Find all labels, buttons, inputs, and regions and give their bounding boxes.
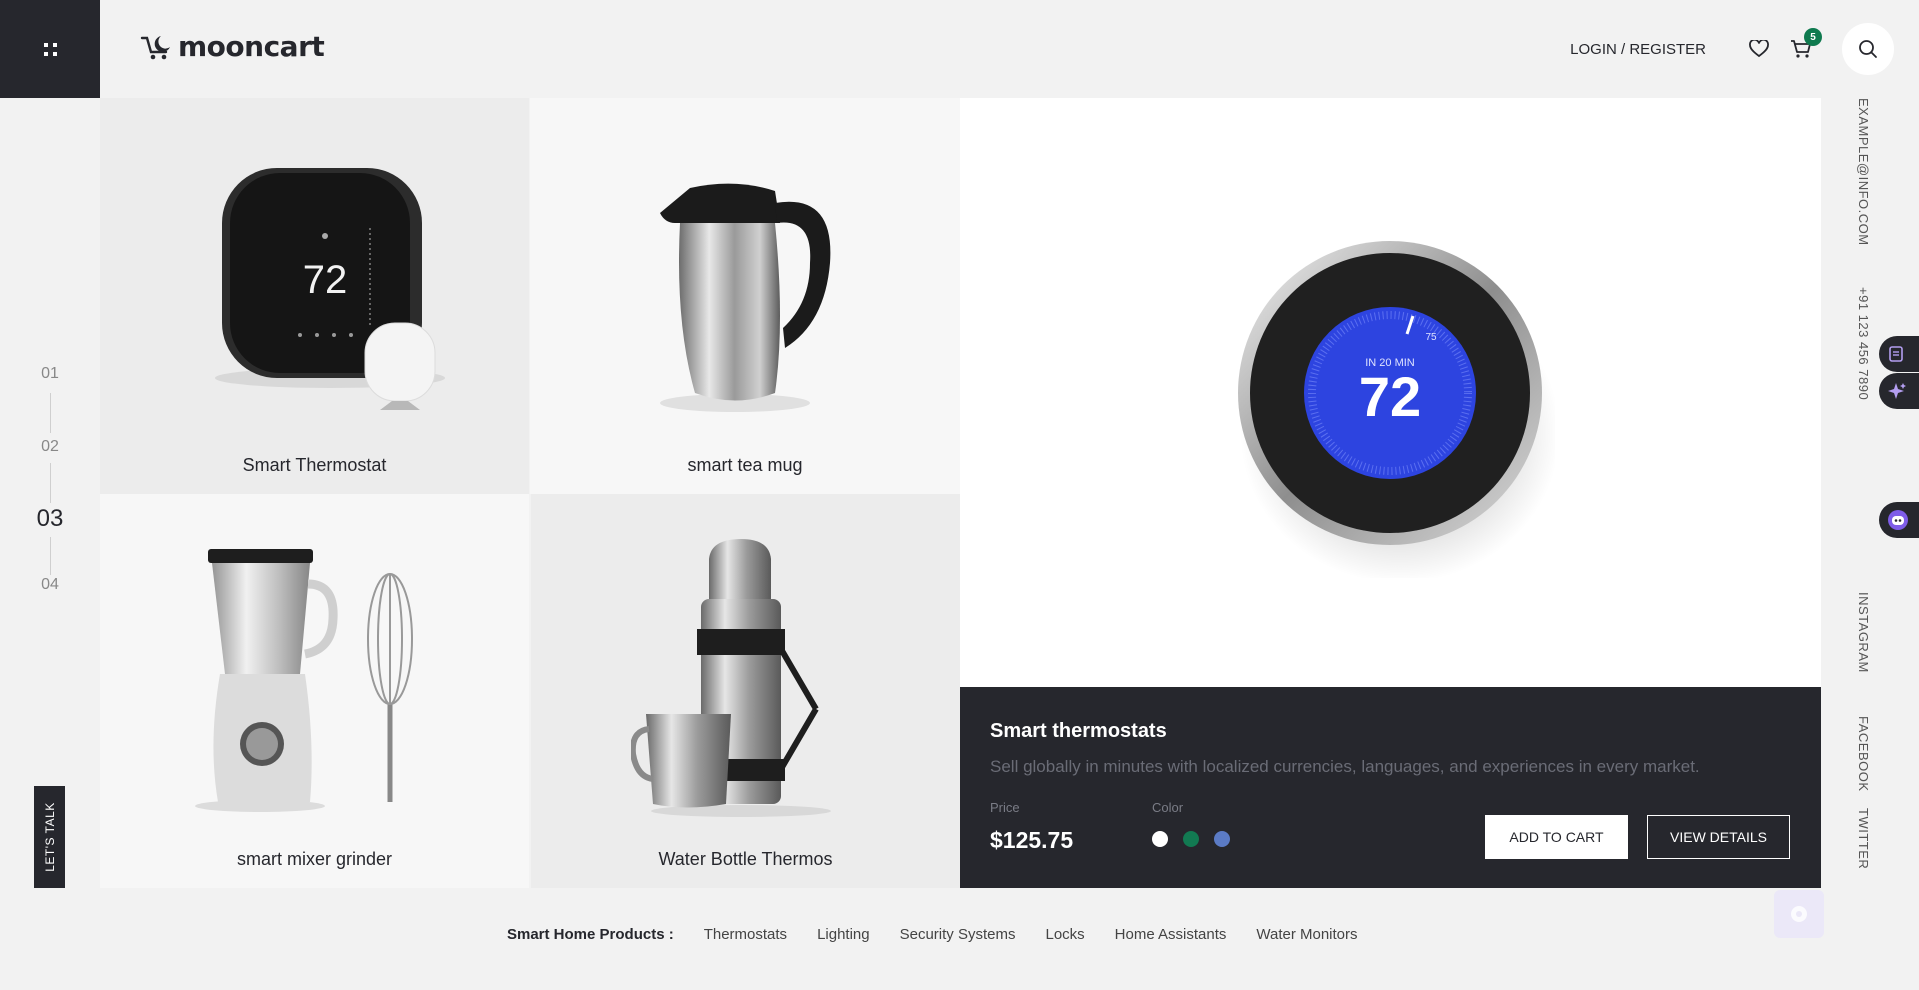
category-heading: Smart Home Products :	[507, 926, 674, 943]
category-link-water-monitors[interactable]: Water Monitors	[1256, 926, 1357, 943]
lets-talk-button[interactable]: LET'S TALK	[34, 786, 65, 888]
lets-talk-label: LET'S TALK	[42, 802, 57, 872]
thermos-bottle-image	[631, 539, 831, 817]
product-price: $125.75	[990, 827, 1074, 853]
cart-button[interactable]: 5	[1788, 28, 1822, 62]
category-link-lighting[interactable]: Lighting	[817, 926, 870, 943]
featured-product-image-panel: IN 20 MIN 72 75	[960, 98, 1821, 687]
product-tile-smart-thermostat[interactable]: 72 Smart Thermostat	[100, 98, 529, 494]
tea-kettle-image	[660, 183, 831, 412]
price-label: Price	[990, 800, 1020, 815]
pager-divider	[50, 537, 51, 575]
grid-menu-icon	[43, 42, 57, 56]
color-label: Color	[1152, 800, 1184, 815]
product-tile-water-bottle-thermos[interactable]: Water Bottle Thermos	[531, 494, 960, 888]
add-to-cart-button[interactable]: ADD TO CART	[1485, 815, 1628, 859]
heart-icon	[1749, 40, 1769, 58]
cart-count-badge: 5	[1804, 28, 1822, 46]
featured-product-info: Smart thermostats Sell globally in minut…	[960, 687, 1821, 888]
featured-product-title: Smart thermostats	[990, 720, 1167, 742]
search-button[interactable]	[1842, 23, 1894, 75]
view-details-button[interactable]: VIEW DETAILS	[1647, 815, 1790, 859]
contact-email[interactable]: EXAMPLE@INFO.COM	[1856, 98, 1871, 246]
logo[interactable]: mooncart	[140, 30, 325, 63]
header-actions: LOGIN / REGISTER 5	[1570, 0, 1919, 98]
social-link-twitter[interactable]: TWITTER	[1856, 808, 1871, 869]
category-bar: Smart Home Products : Thermostats Lighti…	[507, 926, 1388, 943]
search-icon	[1859, 40, 1877, 58]
social-link-facebook[interactable]: FACEBOOK	[1856, 716, 1871, 792]
floating-chatbot-tab[interactable]	[1879, 502, 1919, 538]
wishlist-button[interactable]	[1746, 36, 1772, 62]
document-icon	[1889, 346, 1903, 362]
thermostat-temp-text: 72	[303, 258, 348, 302]
sparkle-icon	[1888, 383, 1906, 399]
product-name: smart mixer grinder	[236, 849, 393, 869]
social-link-instagram[interactable]: INSTAGRAM	[1856, 592, 1871, 673]
featured-product-description: Sell globally in minutes with localized …	[990, 757, 1700, 776]
menu-button[interactable]	[0, 0, 100, 98]
category-link-home-assistants[interactable]: Home Assistants	[1115, 926, 1227, 943]
thermostat-temp-text: 72	[1359, 365, 1421, 428]
category-link-thermostats[interactable]: Thermostats	[704, 926, 787, 943]
floating-ai-tab[interactable]	[1879, 373, 1919, 409]
product-name: Smart Thermostat	[242, 455, 387, 475]
pager-divider	[50, 463, 51, 503]
color-swatch-green[interactable]	[1183, 831, 1199, 847]
product-tile-smart-mixer-grinder[interactable]: smart mixer grinder	[100, 494, 529, 888]
smart-thermostat-image: 72	[215, 168, 445, 410]
product-tile-smart-tea-mug[interactable]: smart tea mug	[530, 98, 960, 494]
login-register-link[interactable]: LOGIN / REGISTER	[1570, 41, 1706, 58]
pager-divider	[50, 393, 51, 433]
thermostat-target-text: 75	[1425, 332, 1437, 343]
color-swatch-blue[interactable]	[1214, 831, 1230, 847]
floating-document-tab[interactable]	[1879, 336, 1919, 372]
contact-phone[interactable]: +91 123 456 7890	[1856, 287, 1871, 400]
mixer-grinder-image	[195, 549, 413, 812]
category-link-locks[interactable]: Locks	[1045, 926, 1084, 943]
product-name: Water Bottle Thermos	[658, 849, 833, 869]
floating-widget-button[interactable]	[1774, 890, 1824, 938]
chatbot-icon	[1888, 510, 1908, 530]
category-link-security-systems[interactable]: Security Systems	[900, 926, 1016, 943]
product-name: smart tea mug	[687, 455, 803, 475]
pager-item-01[interactable]: 01	[0, 365, 100, 383]
flower-icon	[1791, 906, 1807, 922]
moon-cart-logo-icon	[140, 35, 170, 59]
color-swatch-white[interactable]	[1152, 831, 1168, 847]
pager-item-02[interactable]: 02	[0, 438, 100, 456]
pager-item-03[interactable]: 03	[0, 505, 100, 533]
nest-thermostat-image: IN 20 MIN 72 75	[1238, 241, 1555, 578]
pager-item-04[interactable]: 04	[0, 576, 100, 594]
logo-text: mooncart	[178, 30, 325, 63]
